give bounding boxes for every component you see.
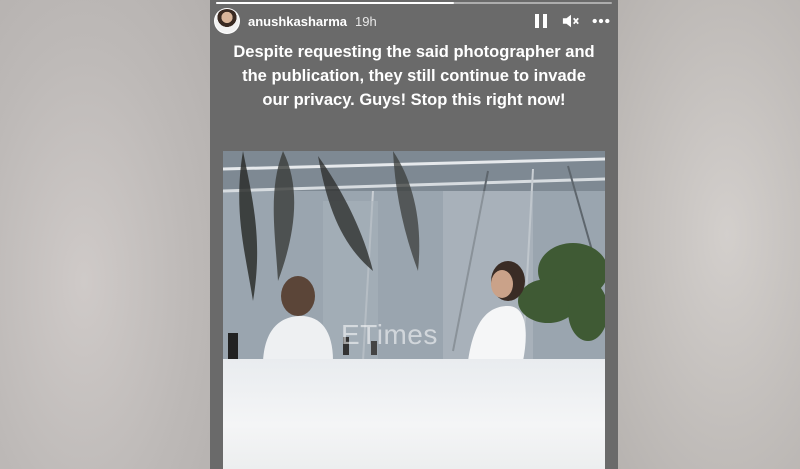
avatar-image (215, 9, 239, 33)
avatar[interactable] (214, 8, 240, 34)
more-icon[interactable] (592, 12, 610, 30)
story-progress-fill (216, 2, 454, 4)
mute-icon[interactable] (562, 12, 580, 30)
pause-icon[interactable] (532, 12, 550, 30)
story-header: anushkasharma 19h (214, 6, 610, 36)
story-controls (532, 12, 610, 30)
photo-watermark: ETimes (341, 319, 438, 350)
story-progress-bar (216, 2, 612, 4)
balcony-ledge (223, 359, 605, 469)
story-timestamp: 19h (355, 13, 377, 29)
story-photo: ETimes (223, 151, 605, 469)
blurred-background-right (618, 0, 800, 469)
story-viewer[interactable]: anushkasharma 19h Despite requesting the… (210, 0, 618, 469)
username-link[interactable]: anushkasharma (248, 14, 347, 29)
blurred-background-left (0, 0, 210, 469)
story-caption-text: Despite requesting the said photographer… (233, 43, 595, 109)
